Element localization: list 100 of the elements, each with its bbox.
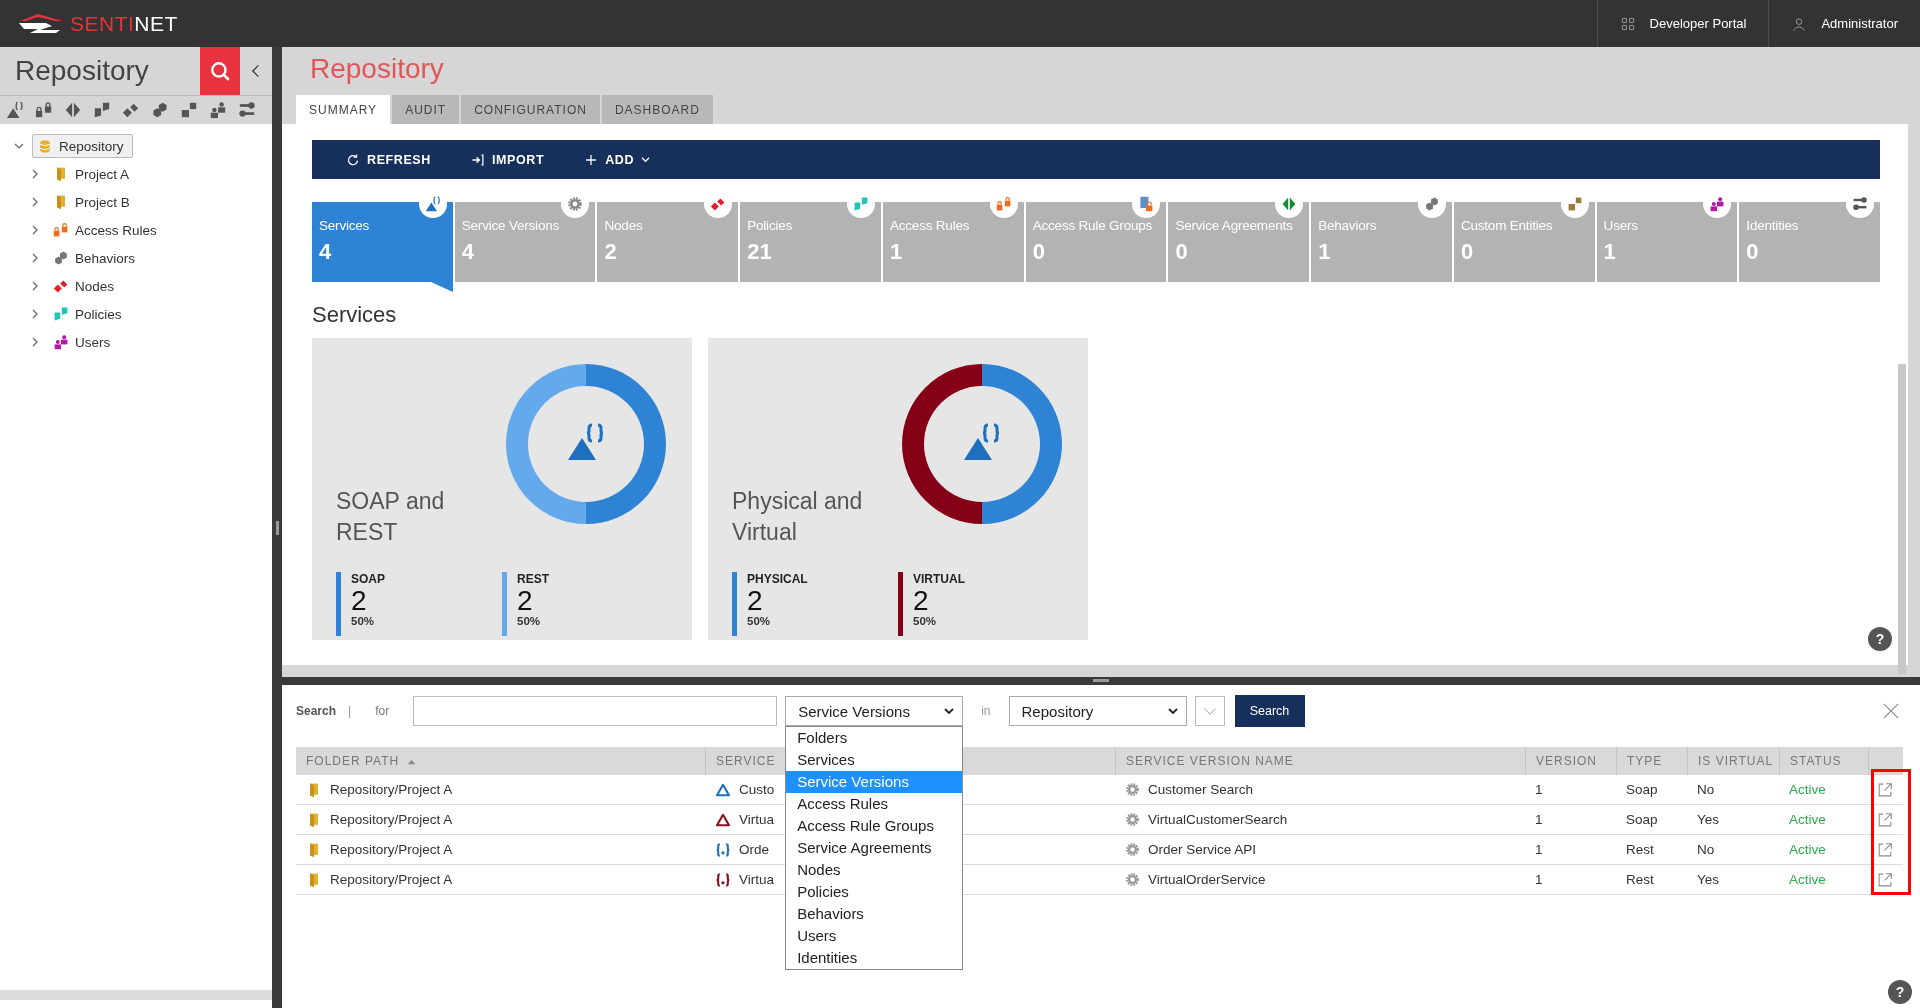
status-text: Active [1788,811,1827,829]
tree-item[interactable]: Project A [48,162,139,186]
chevron-down-icon[interactable] [14,141,24,151]
dropdown-option[interactable]: Service Agreements [786,837,963,859]
lock-icon[interactable] [35,101,53,119]
search-field[interactable] [413,696,778,726]
scrollbar[interactable] [0,990,272,1000]
tab[interactable]: DASHBOARD [601,95,713,124]
diamond-icon[interactable] [122,101,140,119]
toolbar-button[interactable]: ADD [570,140,665,179]
dropdown-option[interactable]: Access Rules [786,793,963,815]
legend-percent: 50% [517,615,542,628]
table-cell-text: Yes [1696,811,1721,829]
status-text: Active [1788,781,1827,799]
open-icon[interactable] [1876,840,1894,859]
table-cell: Repository/Project A [296,775,705,804]
dropdown-option[interactable]: Services [786,749,963,771]
database-icon [37,138,53,154]
dropdown-option[interactable]: Folders [786,727,963,749]
tree-item[interactable]: Access Rules [48,218,166,242]
service-icon[interactable] [6,101,24,119]
arrows-icon[interactable] [64,101,82,119]
dropdown-option[interactable]: Nodes [786,859,963,881]
legend-label: PHYSICAL [747,572,808,586]
help-button[interactable]: ? [1868,627,1892,651]
hexagon-icon[interactable] [151,101,169,119]
chevron-right-icon[interactable] [30,253,40,263]
type-select[interactable]: Service Versions [785,696,964,726]
legend-count: 2 [351,586,368,616]
arrows-icon [1281,196,1298,212]
legend-percent: 50% [747,615,772,628]
status-text: Active [1788,841,1827,859]
toolbar-button[interactable]: IMPORT [456,140,559,179]
tree-item[interactable]: Users [48,330,120,354]
grid-icon [1619,15,1636,32]
dropdown-option[interactable]: Policies [786,881,963,903]
open-icon[interactable] [1876,810,1894,829]
users-icon [53,334,69,350]
search-button[interactable]: Search [1234,695,1305,727]
diamond-icon [53,278,69,294]
help-button[interactable]: ? [1888,980,1912,1004]
legend-label: SOAP [351,572,385,586]
plus-icon [584,152,599,167]
open-icon[interactable] [1876,780,1894,799]
close-icon[interactable] [1882,702,1900,720]
table-cell-text: Yes [1696,871,1721,889]
tree-item[interactable]: Nodes [48,274,124,298]
open-icon[interactable] [1876,870,1894,889]
gear-icon [1125,812,1140,827]
chevron-right-icon[interactable] [30,169,40,179]
policy-icon [53,306,69,322]
gear-icon [1125,782,1140,797]
card-title: SOAP and REST [336,486,446,547]
tree-item[interactable]: Project B [48,190,139,214]
refresh-icon [346,152,360,167]
toolbar-button[interactable]: REFRESH [332,140,445,179]
tab[interactable]: AUDIT [392,95,460,124]
search-button[interactable] [200,47,240,95]
for-label: for [375,704,390,718]
legend-label: VIRTUAL [913,572,965,586]
document-lock-icon [1138,196,1155,212]
tab[interactable]: SUMMARY [296,95,391,124]
legend-count: 2 [913,586,930,616]
dropdown-option[interactable]: Behaviors [786,903,963,925]
dropdown-option[interactable]: Users [786,925,963,947]
diamond-icon [710,196,727,212]
table-cell-text: No [1696,781,1716,799]
scope-select[interactable]: Repository [1008,696,1187,726]
table-cell-text: Rest [1625,841,1655,859]
table-cell-text: No [1696,841,1716,859]
chevron-right-icon[interactable] [30,309,40,319]
chevron-right-icon[interactable] [30,281,40,291]
key-icon[interactable] [238,101,256,119]
dropdown-option[interactable]: Identities [786,947,963,969]
page-title: Repository [309,52,445,86]
summary-tile[interactable]: Services 4 [312,202,453,282]
squares-icon[interactable] [180,101,198,119]
policy-icon [852,196,869,212]
table-cell: VirtualCustomerSearch [1115,805,1525,834]
chevron-right-icon[interactable] [30,337,40,347]
table-cell: VirtualOrderService [1115,865,1525,894]
tree-item[interactable]: Behaviors [48,246,145,270]
scrollbar[interactable] [1898,364,1906,674]
gear-icon [1125,872,1140,887]
policy-icon[interactable] [93,101,111,119]
table-cell-text: Soap [1625,781,1659,799]
tab[interactable]: CONFIGURATION [461,95,600,124]
users-icon[interactable] [209,101,227,119]
dropdown-option[interactable]: Access Rule Groups [786,815,963,837]
service-icon [566,422,606,462]
tree-item[interactable]: Repository [32,134,133,158]
table-cell: Custo [739,782,775,797]
chevron-right-icon[interactable] [30,225,40,235]
user-icon [1791,15,1808,32]
squares-icon [1566,196,1583,212]
table-cell-text: 1 [1534,841,1544,859]
card-title: Physical and Virtual [732,486,864,547]
chevron-right-icon[interactable] [30,197,40,207]
search-icon [209,60,231,82]
tree-item[interactable]: Policies [48,302,131,326]
